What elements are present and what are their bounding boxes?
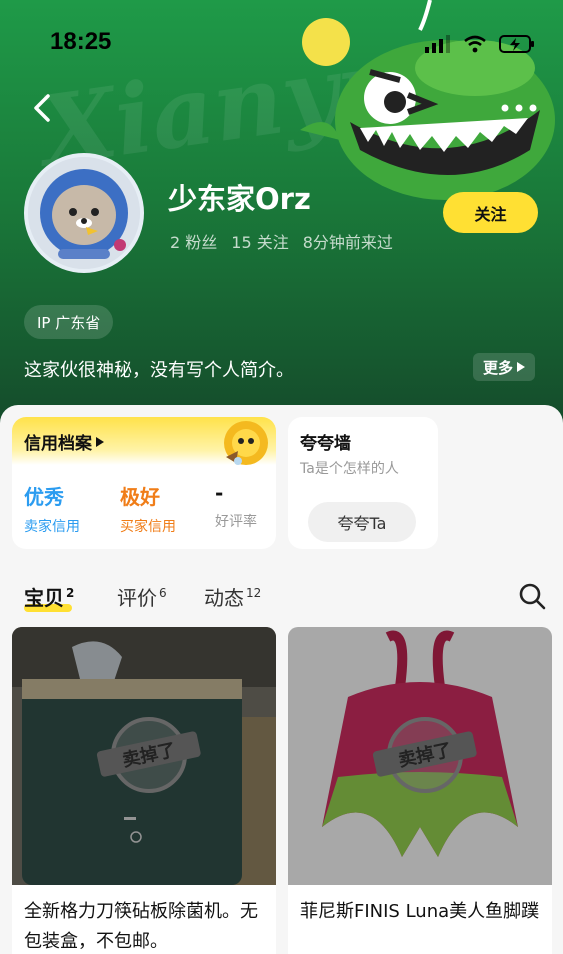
sold-out-stamp: 卖掉了 [96, 717, 201, 793]
item-title: 菲尼斯FINIS Luna美人鱼脚蹼 [300, 901, 540, 922]
positive-rate-label: 好评率 [215, 514, 257, 530]
wifi-icon [464, 35, 486, 53]
username: 少东家Orz [168, 182, 311, 216]
ip-location-tag: IP 广东省 [24, 305, 114, 339]
praise-wall-card[interactable]: 夸夸墙 Ta是个怎样的人 夸夸Ta [288, 417, 438, 549]
more-bio-label: 更多 [482, 358, 513, 377]
tab-reviews[interactable]: 评价 6 [117, 582, 167, 611]
following-count[interactable]: 15 关注 [231, 229, 288, 253]
back-button[interactable] [28, 92, 58, 124]
positive-rate[interactable]: - 好评率 [215, 481, 257, 531]
seller-credit[interactable]: 优秀 卖家信用 [24, 481, 80, 536]
item-card[interactable]: 卖掉了 全新格力刀筷砧板除菌机。无包装盒，不包邮。 [12, 627, 276, 954]
more-bio-button[interactable]: 更多 [473, 353, 535, 381]
credit-title-label: 信用档案 [24, 434, 92, 454]
battery-icon [499, 35, 534, 53]
credit-mascot-icon [224, 421, 268, 465]
last-seen: 8分钟前来过 [302, 233, 393, 252]
more-options-button[interactable] [499, 96, 539, 120]
buyer-credit-label: 买家信用 [120, 519, 176, 535]
tab-activity-label: 动态 [204, 586, 244, 610]
fans-count[interactable]: 2 粉丝 [170, 229, 217, 253]
credit-title[interactable]: 信用档案 [24, 429, 104, 454]
seller-credit-value: 优秀 [24, 485, 64, 509]
praise-wall-subtitle: Ta是个怎样的人 [300, 461, 399, 477]
profile-header: Xianyu 18:25 少东家Orz 2 粉丝 15 关注 8分钟前来过 关注… [0, 0, 563, 440]
credit-card[interactable]: 信用档案 优秀 卖家信用 极好 买家信用 - 好评率 [12, 417, 276, 549]
status-icons [425, 34, 535, 54]
profile-tabs: 宝贝 2 评价 6 动态 12 [24, 582, 554, 622]
tab-activity-count: 12 [246, 586, 262, 601]
follow-button[interactable]: 关注 [443, 192, 538, 233]
signal-icon [425, 35, 450, 53]
tab-items-count: 2 [66, 586, 75, 601]
sold-out-stamp: 卖掉了 [372, 717, 477, 793]
item-title: 全新格力刀筷砧板除菌机。无包装盒，不包邮。 [24, 901, 258, 952]
avatar[interactable] [24, 153, 144, 273]
praise-wall-title: 夸夸墙 [300, 434, 351, 454]
content-panel: 信用档案 优秀 卖家信用 极好 买家信用 - 好评率 夸夸墙 Ta是个怎样的人 … [0, 405, 563, 954]
search-icon[interactable] [518, 582, 546, 610]
tab-reviews-label: 评价 [117, 586, 157, 610]
tab-activity[interactable]: 动态 12 [204, 582, 261, 611]
status-bar: 18:25 [0, 0, 563, 80]
bio-text: 这家伙很神秘，没有写个人简介。 [24, 360, 294, 381]
buyer-credit[interactable]: 极好 买家信用 [120, 481, 176, 536]
triangle-right-icon [517, 362, 525, 372]
avatar-image [28, 157, 140, 269]
triangle-right-icon [96, 436, 104, 447]
tab-items[interactable]: 宝贝 2 [24, 582, 75, 612]
tab-items-label: 宝贝 [24, 586, 64, 610]
profile-stats: 2 粉丝 15 关注 8分钟前来过 [170, 229, 393, 253]
praise-button[interactable]: 夸夸Ta [308, 502, 416, 542]
status-time: 18:25 [50, 28, 112, 55]
item-card[interactable]: 卖掉了 菲尼斯FINIS Luna美人鱼脚蹼 [288, 627, 552, 954]
tab-reviews-count: 6 [159, 586, 167, 601]
buyer-credit-value: 极好 [120, 485, 160, 509]
seller-credit-label: 卖家信用 [24, 519, 80, 535]
positive-rate-value: - [215, 481, 224, 505]
